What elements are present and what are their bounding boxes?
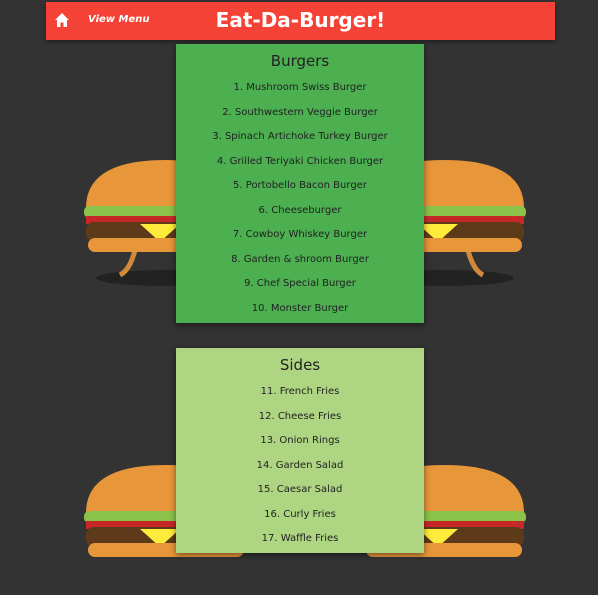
menu-item[interactable]: 12. Cheese Fries xyxy=(176,405,424,430)
menu-item[interactable]: 7. Cowboy Whiskey Burger xyxy=(176,223,424,248)
sides-list: 11. French Fries 12. Cheese Fries 13. On… xyxy=(176,380,424,552)
menu-item[interactable]: 10. Monster Burger xyxy=(176,297,424,322)
top-navbar: View Menu Eat-Da-Burger! xyxy=(46,2,555,40)
menu-item[interactable]: 6. Cheeseburger xyxy=(176,199,424,224)
burgers-list: 1. Mushroom Swiss Burger 2. Southwestern… xyxy=(176,76,424,321)
menu-item[interactable]: 2. Southwestern Veggie Burger xyxy=(176,101,424,126)
sides-heading: Sides xyxy=(279,356,321,374)
menu-item[interactable]: 5. Portobello Bacon Burger xyxy=(176,174,424,199)
menu-item[interactable]: 17. Waffle Fries xyxy=(176,527,424,552)
menu-item[interactable]: 14. Garden Salad xyxy=(176,454,424,479)
menu-item[interactable]: 8. Garden & shroom Burger xyxy=(176,248,424,273)
menu-item[interactable]: 4. Grilled Teriyaki Chicken Burger xyxy=(176,150,424,175)
sides-menu-card: Sides 11. French Fries 12. Cheese Fries … xyxy=(176,348,424,553)
menu-item[interactable]: 13. Onion Rings xyxy=(176,429,424,454)
menu-item[interactable]: 3. Spinach Artichoke Turkey Burger xyxy=(176,125,424,150)
menu-item[interactable]: 16. Curly Fries xyxy=(176,503,424,528)
burgers-heading: Burgers xyxy=(270,52,330,70)
app-title: Eat-Da-Burger! xyxy=(215,8,386,32)
menu-item[interactable]: 9. Chef Special Burger xyxy=(176,272,424,297)
menu-item[interactable]: 15. Caesar Salad xyxy=(176,478,424,503)
burgers-menu-card: Burgers 1. Mushroom Swiss Burger 2. Sout… xyxy=(176,44,424,323)
menu-item[interactable]: 11. French Fries xyxy=(176,380,424,405)
menu-item[interactable]: 1. Mushroom Swiss Burger xyxy=(176,76,424,101)
